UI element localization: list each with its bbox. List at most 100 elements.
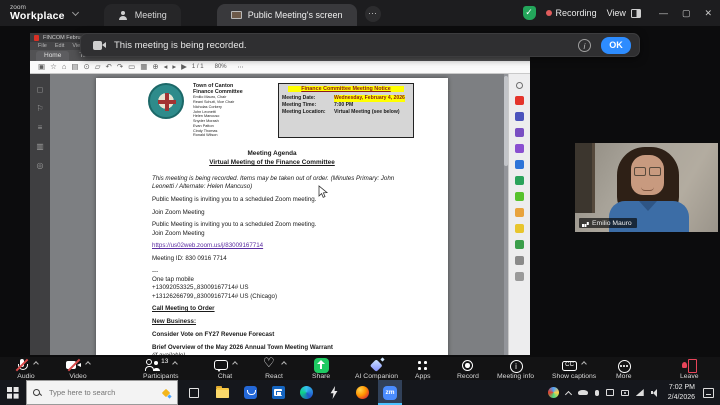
captions-button[interactable]: Show captions (552, 358, 596, 380)
clipboard-icon[interactable]: ▦ (140, 63, 147, 71)
zoom-in-icon[interactable]: ⊕ (152, 63, 158, 71)
zoom-meeting-link[interactable]: https://us02web.zoom.us/j/83009167714 (152, 242, 263, 249)
search-tool-icon[interactable] (516, 82, 523, 89)
outlook-icon[interactable] (266, 380, 290, 405)
search-input[interactable] (47, 387, 147, 398)
apps-button[interactable]: Apps (415, 358, 431, 380)
file-explorer-icon[interactable] (210, 380, 234, 405)
stamp-icon[interactable] (515, 256, 524, 265)
start-button[interactable] (0, 380, 26, 405)
tab-meeting[interactable]: Meeting (104, 4, 181, 26)
firefox-icon[interactable] (350, 380, 374, 405)
home-icon[interactable]: ⌂ (62, 63, 67, 71)
participants-chevron-icon[interactable] (173, 361, 179, 367)
react-button[interactable]: React (262, 358, 286, 380)
zoom-app-icon[interactable]: zm (378, 380, 402, 405)
info-icon[interactable]: i (578, 39, 591, 52)
save-icon[interactable]: ▣ (38, 63, 45, 71)
edge-icon[interactable] (294, 380, 318, 405)
bolt-app-icon[interactable] (322, 380, 346, 405)
tray-tablet-icon[interactable] (606, 389, 614, 396)
chat-chevron-icon[interactable] (232, 361, 238, 367)
compress-icon[interactable] (515, 192, 524, 201)
chevron-down-icon[interactable] (72, 8, 79, 15)
print-production-icon[interactable] (515, 240, 524, 249)
tray-onedrive-icon[interactable] (578, 390, 588, 395)
video-button[interactable]: Video (66, 358, 90, 380)
search-icon[interactable]: ⊙ (83, 63, 89, 71)
attachments-icon[interactable]: ▥ (36, 143, 44, 151)
bookmarks-icon[interactable]: ⚐ (36, 105, 43, 113)
tray-volume-icon[interactable] (651, 389, 660, 397)
view-layout-icon (631, 9, 641, 18)
menu-item-file[interactable]: File (38, 43, 47, 49)
edit-pdf-icon[interactable] (515, 128, 524, 137)
zoom-app-icon: zm (383, 386, 397, 400)
participant-video-tile[interactable]: Emilio Mauro (575, 143, 718, 232)
share-button[interactable]: Share (312, 358, 330, 380)
action-center-icon[interactable] (703, 388, 714, 398)
redo-icon[interactable]: ↷ (117, 63, 123, 71)
fill-sign-icon[interactable] (515, 160, 524, 169)
organize-pages-icon[interactable] (515, 176, 524, 185)
prev-page-icon[interactable]: ◂ (164, 63, 168, 71)
box-drive-icon[interactable] (238, 380, 262, 405)
security-shield-icon[interactable]: ✓ (523, 6, 536, 20)
undo-icon[interactable]: ↶ (106, 63, 112, 71)
taskbar-clock[interactable]: 7:02 PM 2/4/2026 (668, 383, 695, 401)
next-page-icon[interactable]: ▸ (172, 63, 176, 71)
committee-member: Ronald Wilson (193, 133, 243, 138)
view-button[interactable]: View (607, 8, 641, 18)
export-pdf-icon[interactable] (515, 96, 524, 105)
close-button[interactable]: ✕ (704, 8, 712, 19)
measure-icon[interactable] (515, 224, 524, 233)
participants-button[interactable]: 13Participants (143, 358, 179, 380)
acrobat-tab-home[interactable]: Home (36, 51, 69, 61)
windows-logo-icon (7, 387, 19, 399)
zoom-level[interactable]: 80% (215, 64, 227, 70)
tray-camera-icon[interactable] (621, 390, 629, 396)
audio-chevron-icon[interactable] (33, 361, 39, 367)
tray-network-icon[interactable] (636, 389, 644, 396)
chat-button[interactable]: Chat (213, 358, 237, 380)
tray-mic-icon[interactable] (595, 390, 599, 396)
pointer-icon[interactable]: ▶ (181, 63, 187, 71)
toolbar-overflow-button[interactable]: ⋯ (238, 64, 244, 71)
thumbnails-icon[interactable]: ◻ (37, 86, 44, 94)
ai-button[interactable]: AI Companion (355, 358, 398, 380)
comment-icon[interactable] (515, 144, 524, 153)
agenda-paragraph: Join Zoom Meeting (152, 209, 408, 217)
sign-icon[interactable]: ▱ (95, 63, 101, 71)
document-area[interactable]: Town of Canton Finance Committee Emilio … (50, 74, 508, 355)
more-tools-icon[interactable] (515, 272, 524, 281)
more-button[interactable]: More (616, 358, 632, 380)
minimize-button[interactable]: — (659, 8, 668, 19)
layers-icon[interactable]: ≡ (38, 124, 43, 132)
shared-screen: FINCOM February FileEditView HomeTools ▣… (30, 33, 530, 355)
print-icon[interactable]: ▤ (71, 63, 78, 71)
react-chevron-icon[interactable] (281, 361, 287, 367)
star-icon[interactable]: ☆ (50, 63, 57, 71)
signatures-icon[interactable]: ◎ (37, 162, 44, 170)
info-button[interactable]: Meeting info (497, 358, 534, 380)
redact-icon[interactable] (515, 208, 524, 217)
task-view-icon[interactable] (182, 380, 206, 405)
audio-icon (14, 358, 29, 372)
captions-chevron-icon[interactable] (581, 361, 587, 367)
audio-button[interactable]: Audio (14, 358, 38, 380)
leave-button[interactable]: Leave (680, 358, 699, 380)
ok-button[interactable]: OK (601, 37, 631, 54)
menu-item-edit[interactable]: Edit (55, 43, 64, 49)
select-icon[interactable]: ▭ (128, 63, 135, 71)
box-drive-icon (244, 386, 257, 399)
create-pdf-icon[interactable] (515, 112, 524, 121)
tab-options-button[interactable]: ⋯ (365, 6, 381, 22)
video-chevron-icon[interactable] (85, 361, 91, 367)
record-button[interactable]: Record (457, 358, 479, 380)
taskbar-search[interactable] (26, 380, 178, 405)
tray-chevron-icon[interactable] (565, 390, 572, 397)
maximize-button[interactable]: ▢ (682, 8, 691, 19)
tab-shared-screen[interactable]: Public Meeting's screen (217, 4, 357, 26)
document-scrollbar[interactable] (504, 74, 508, 355)
tray-help-icon[interactable] (548, 387, 559, 398)
